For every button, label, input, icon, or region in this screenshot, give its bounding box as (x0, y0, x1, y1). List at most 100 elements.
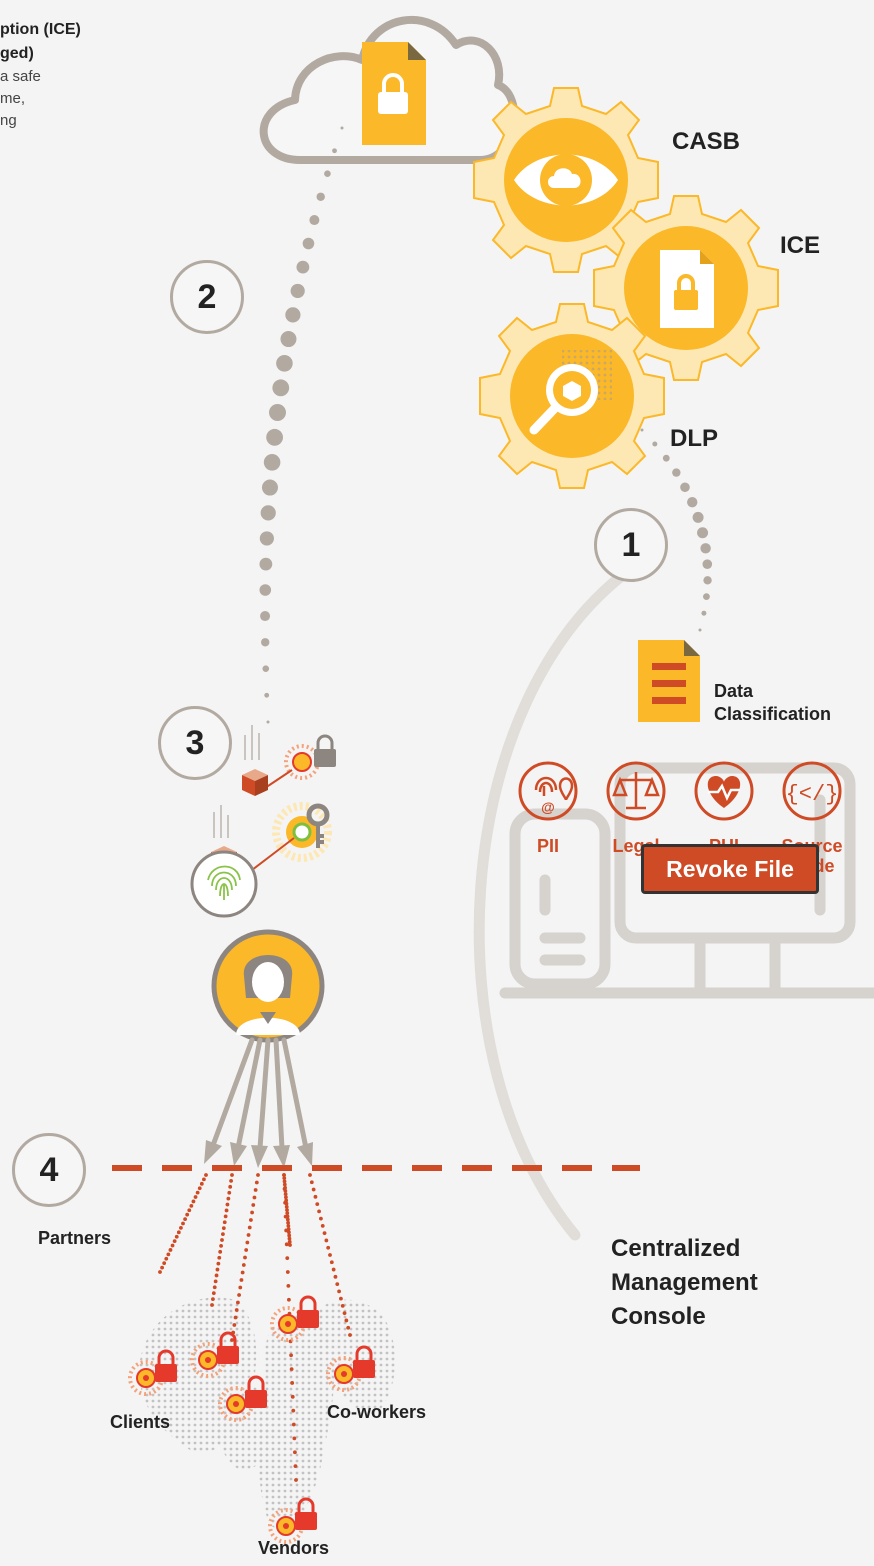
distribution-dot (308, 1173, 312, 1177)
path-dot (340, 126, 344, 130)
share-arrows (204, 1037, 313, 1168)
distribution-dot (252, 1195, 257, 1200)
path-dot (261, 479, 278, 496)
distribution-dot (219, 1244, 223, 1248)
distribution-dot (285, 1256, 290, 1261)
dotted-path-2 (259, 126, 344, 724)
distribution-dot (333, 1274, 338, 1279)
distribution-dot (232, 1323, 237, 1327)
distribution-dot (291, 1408, 296, 1413)
distribution-dot (214, 1273, 219, 1278)
document-icon (638, 640, 700, 722)
distribution-dot (183, 1217, 187, 1221)
path-dot (269, 404, 286, 421)
distribution-dot (179, 1226, 183, 1230)
distribution-dot (253, 1188, 258, 1192)
distribution-dot (204, 1173, 208, 1177)
distribution-dot (210, 1303, 214, 1307)
distribution-dot (202, 1177, 206, 1182)
distribution-dot (241, 1263, 246, 1267)
distribution-dot (193, 1195, 198, 1199)
distribution-dot (239, 1278, 244, 1282)
distribution-dot (220, 1238, 224, 1242)
step-1: 1 (594, 508, 668, 582)
path-dot (687, 496, 698, 508)
distribution-dot (211, 1291, 216, 1296)
distribution-dot (292, 1436, 297, 1441)
distribution-dot (213, 1279, 218, 1284)
distribution-dot (324, 1238, 329, 1243)
distribution-dot (221, 1232, 225, 1236)
distribution-dot (199, 1181, 204, 1186)
path-dot (697, 527, 709, 539)
distribution-dot (313, 1194, 318, 1199)
path-dot (680, 482, 690, 493)
path-dot (332, 148, 337, 154)
distribution-dot (245, 1240, 250, 1245)
distribution-dot (230, 1338, 234, 1342)
dlp-gear-icon (479, 303, 665, 489)
distribution-dot (211, 1297, 215, 1301)
path-dot (260, 505, 276, 521)
distribution-dot (218, 1249, 223, 1254)
distribution-dot (288, 1243, 292, 1247)
path-dot (262, 665, 270, 672)
distribution-dot (160, 1265, 164, 1270)
distribution-dot (164, 1256, 169, 1261)
path-dot (266, 720, 270, 724)
path-dot (702, 559, 713, 570)
path-dot (652, 441, 658, 447)
revoke-file-button[interactable]: Revoke File (641, 844, 819, 894)
distribution-dot (309, 1180, 314, 1185)
distribution-dot (187, 1208, 192, 1213)
vendors-label: Vendors (258, 1538, 330, 1558)
distribution-dot (217, 1255, 222, 1260)
distribution-dot (342, 1311, 347, 1316)
console-line2: Management (611, 1269, 758, 1296)
distribution-dot (293, 1464, 298, 1469)
distribution-dot (317, 1209, 321, 1214)
distribution-dot (254, 1180, 259, 1185)
distribution-dot (319, 1216, 323, 1221)
fingerprint-icon (190, 850, 258, 918)
console-line1: Centralized (611, 1235, 741, 1262)
path-dot (259, 584, 272, 596)
distribution-dot (287, 1297, 291, 1302)
distribution-dot (229, 1179, 233, 1183)
console-label: Centralized Management Console (611, 1232, 758, 1334)
distribution-dot (339, 1296, 343, 1301)
step-4: 4 (12, 1133, 86, 1207)
distribution-dot (293, 1450, 297, 1455)
path-dot (285, 307, 301, 323)
distribution-dot (191, 1199, 196, 1204)
distribution-dot (224, 1208, 229, 1213)
path-dot (280, 331, 297, 348)
distribution-dot (225, 1202, 230, 1207)
distribution-dot (326, 1245, 331, 1250)
distribution-dot (228, 1184, 233, 1189)
pii-label: PII (536, 836, 559, 856)
distribution-dot (285, 1270, 290, 1274)
avatar (211, 929, 325, 1043)
path-dot (276, 355, 293, 372)
distribution-dot (162, 1261, 167, 1266)
distribution-dot (286, 1284, 291, 1288)
distribution-dot (290, 1381, 295, 1385)
distribution-dot (236, 1300, 240, 1305)
ice-label: ICE (780, 232, 821, 259)
cloud-icon (259, 16, 519, 164)
distribution-dot (221, 1226, 226, 1231)
path-dot (703, 593, 710, 601)
distribution-dot (291, 1422, 296, 1427)
path-dot (290, 283, 305, 299)
path-dot (263, 454, 281, 471)
path-dot (692, 511, 704, 523)
key-icon (251, 802, 332, 871)
distribution-dot (249, 1218, 253, 1222)
dlp-label: DLP (670, 425, 718, 452)
distribution-dot (166, 1252, 171, 1257)
distribution-dot (233, 1315, 238, 1320)
distribution-dot (243, 1255, 247, 1260)
distribution-dot (328, 1253, 332, 1257)
fingerprint-location-icon: @ (518, 761, 578, 821)
